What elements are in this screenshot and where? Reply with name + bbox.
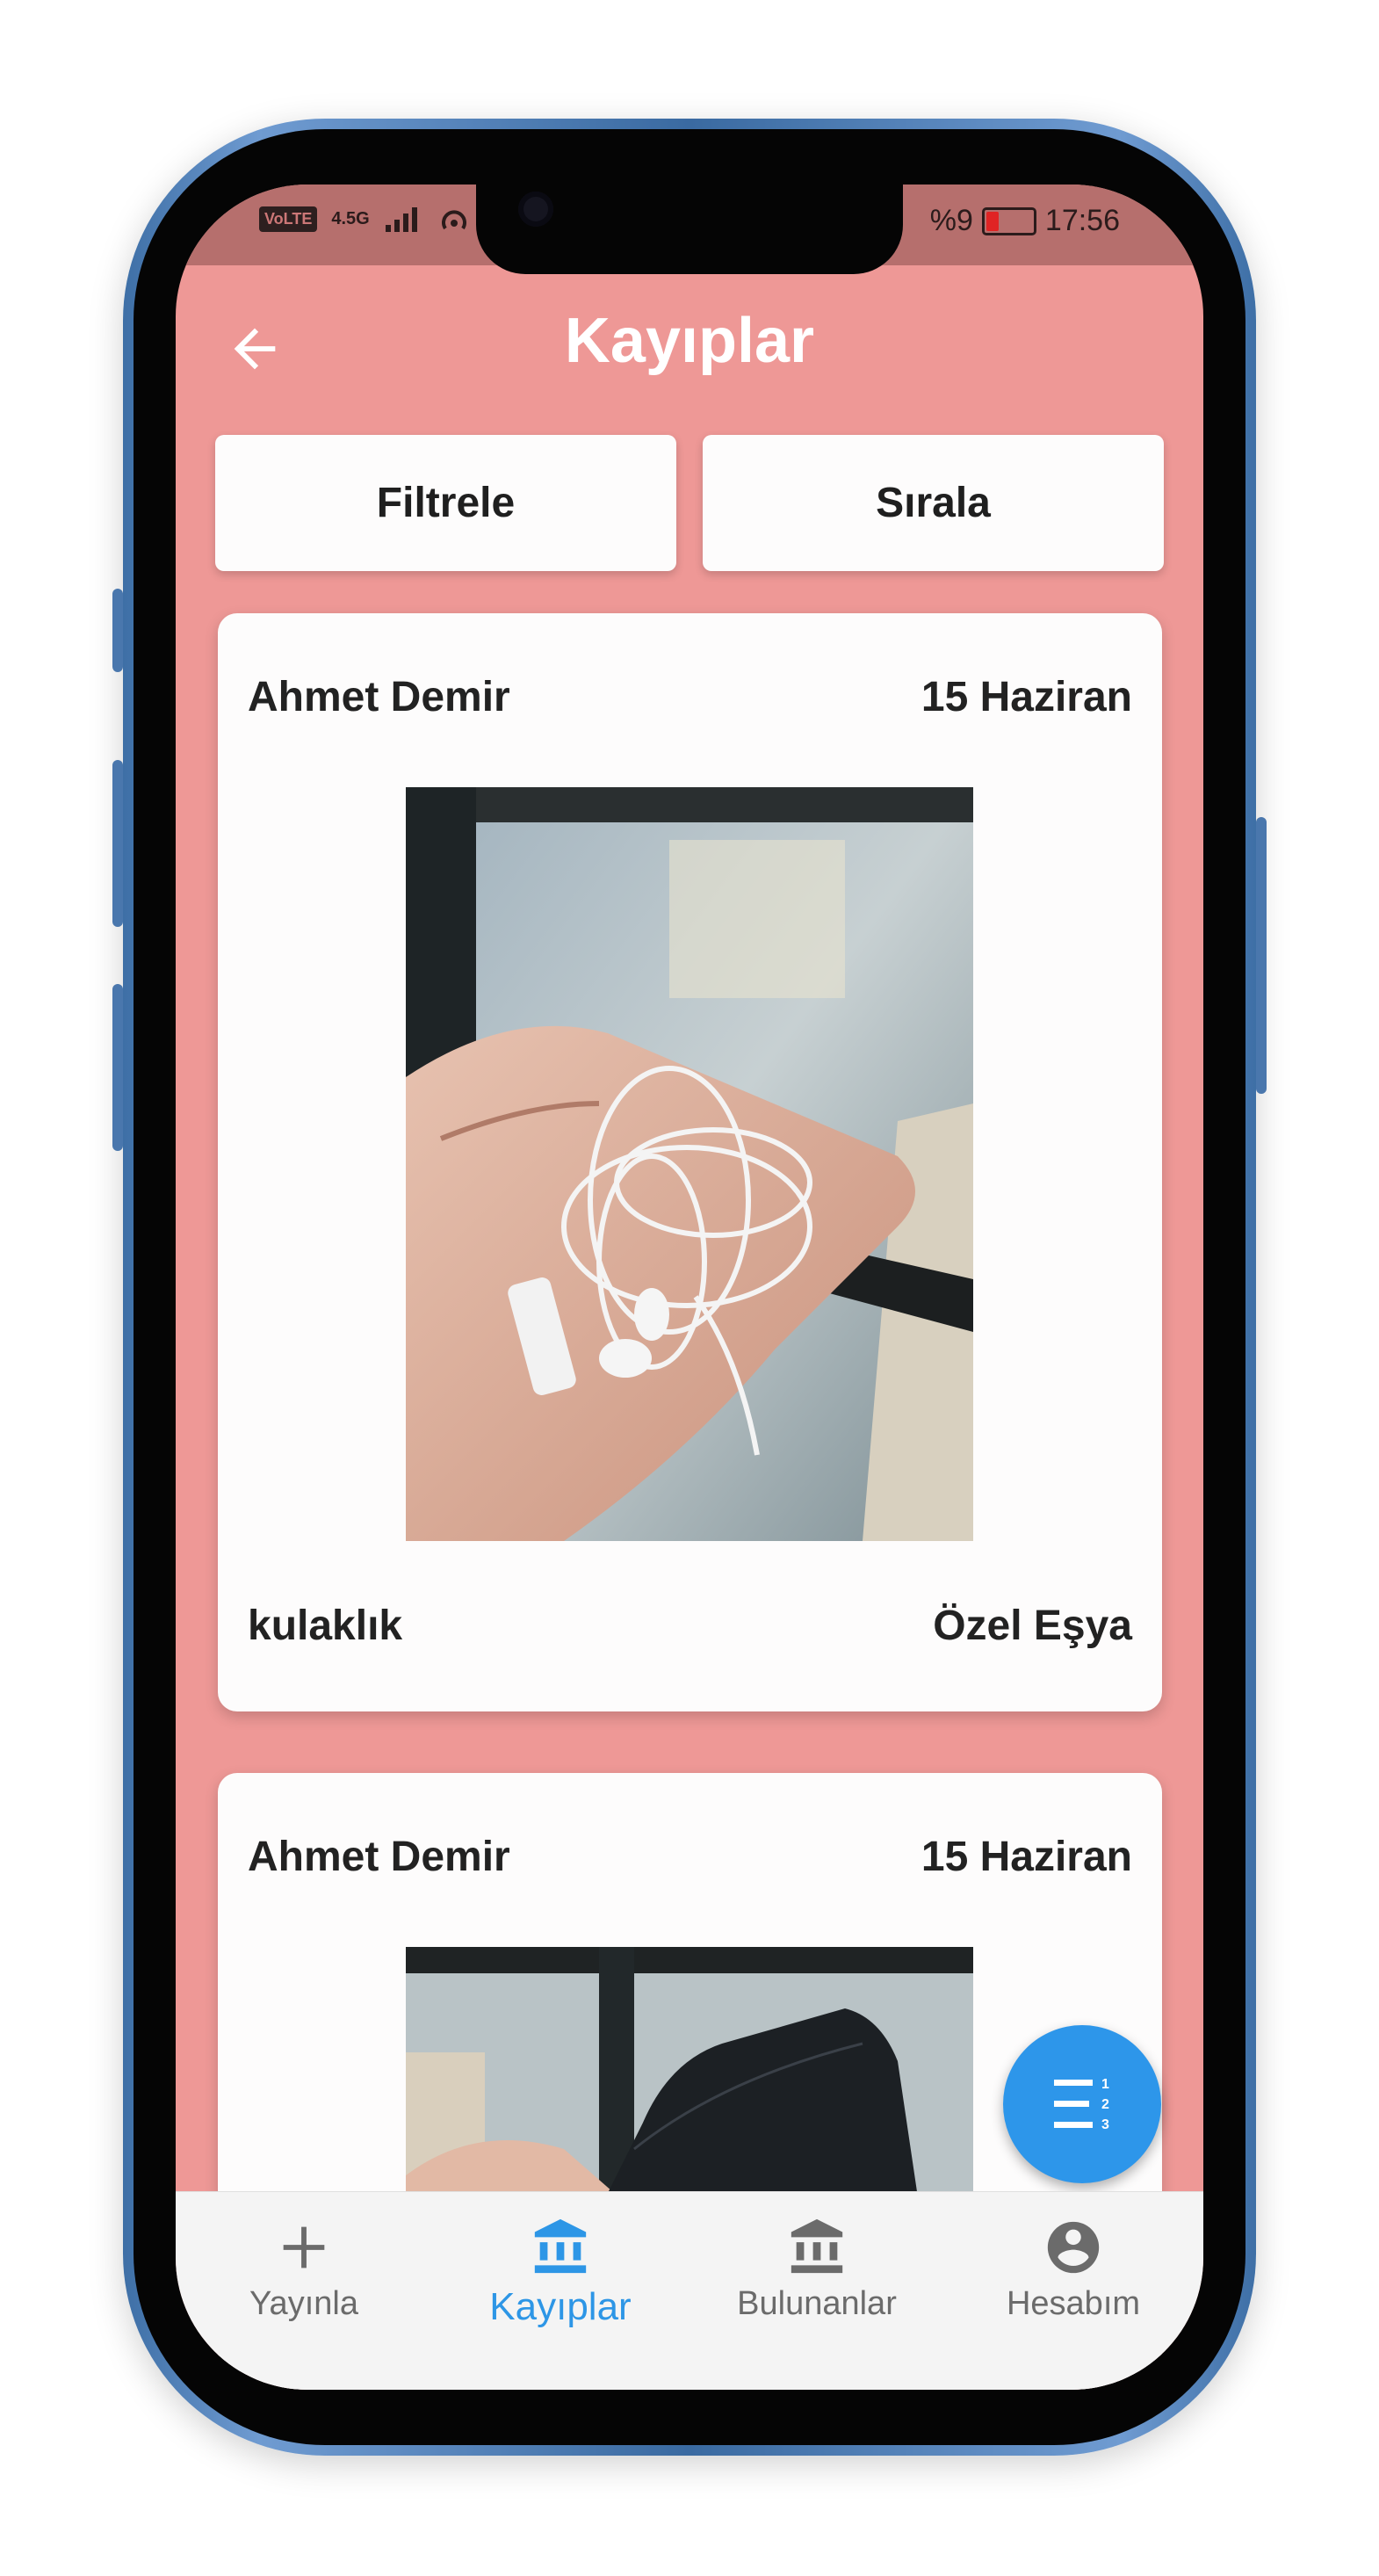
svg-text:2: 2 <box>1101 2097 1109 2112</box>
signal-icon <box>385 207 417 232</box>
volume-up-button <box>112 760 123 927</box>
nav-label: Kayıplar <box>489 2285 632 2328</box>
lost-item-card[interactable]: Ahmet Demir 15 Haziran <box>218 613 1162 1711</box>
nav-label: Yayınla <box>249 2285 358 2322</box>
nav-item-bulunanlar[interactable]: Bulunanlar <box>689 2217 945 2323</box>
camera-notch <box>476 185 903 274</box>
nav-label: Bulunanlar <box>737 2285 897 2322</box>
item-name: kulaklık <box>248 1603 403 1649</box>
sort-button[interactable]: Sırala <box>703 435 1164 571</box>
status-right: %9 17:56 <box>930 204 1120 238</box>
app-screen: VoLTE 4.5G 1 %9 17:56 <box>176 185 1203 2390</box>
battery-percent: %9 <box>929 204 973 237</box>
owner-name: Ahmet Demir <box>248 1834 510 1880</box>
plus-icon <box>283 2226 325 2268</box>
svg-text:3: 3 <box>1101 2117 1109 2132</box>
post-date: 15 Haziran <box>921 1834 1132 1880</box>
bank-icon <box>791 2218 843 2274</box>
bank-icon <box>534 2218 587 2274</box>
power-button <box>1256 817 1267 1094</box>
item-category: Özel Eşya <box>933 1603 1132 1649</box>
account-circle-icon <box>1047 2221 1100 2274</box>
numbered-list-icon: 1 2 3 <box>1054 2077 1109 2132</box>
page-title: Kayıplar <box>564 306 815 376</box>
hotspot-icon <box>441 210 466 230</box>
front-camera <box>518 192 553 227</box>
volume-down-button <box>112 984 123 1151</box>
svg-text:1: 1 <box>1101 2077 1109 2092</box>
bottom-navigation: Yayınla Kayıplar Bulunanlar Hesabım <box>176 2191 1203 2390</box>
nav-item-yayinla[interactable]: Yayınla <box>176 2217 432 2323</box>
status-bar: VoLTE 4.5G 1 %9 17:56 <box>176 185 1203 274</box>
nav-item-hesabim[interactable]: Hesabım <box>945 2217 1202 2323</box>
volte-badge: VoLTE <box>259 206 318 232</box>
battery-icon <box>981 206 1036 235</box>
sort-order-fab[interactable]: 1 2 3 <box>1003 2025 1161 2183</box>
card-header: Ahmet Demir 15 Haziran <box>248 1833 1132 1881</box>
nav-label: Hesabım <box>1006 2285 1141 2322</box>
nav-item-kayiplar[interactable]: Kayıplar <box>432 2217 689 2329</box>
item-photo <box>406 787 973 1541</box>
owner-name: Ahmet Demir <box>248 674 510 720</box>
mute-switch <box>112 589 123 672</box>
app-bar: Kayıplar <box>176 265 1203 450</box>
earphones-photo-image <box>406 787 973 1541</box>
clock: 17:56 <box>1044 204 1120 237</box>
card-footer: kulaklık Özel Eşya <box>248 1602 1132 1650</box>
card-header: Ahmet Demir 15 Haziran <box>248 673 1132 721</box>
post-date: 15 Haziran <box>921 674 1132 720</box>
network-type: 4.5G <box>331 208 370 228</box>
filter-button[interactable]: Filtrele <box>215 435 676 571</box>
